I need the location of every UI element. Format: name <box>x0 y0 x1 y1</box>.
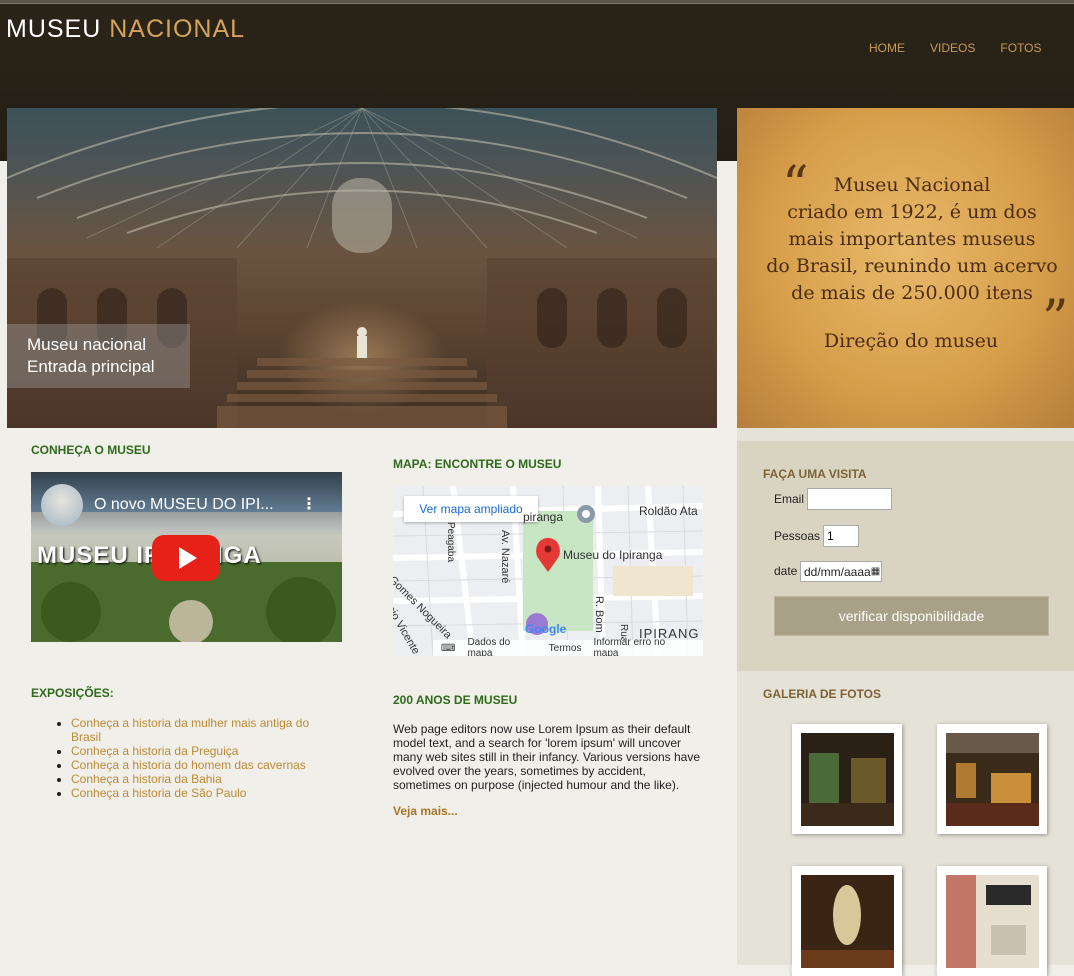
exposicoes-list: Conheça a historia da mulher mais antiga… <box>71 716 331 800</box>
verify-availability-button[interactable]: verificar disponibilidade <box>774 596 1049 636</box>
more-vert-icon[interactable]: ⋮ <box>301 494 317 514</box>
date-placeholder: dd/mm/aaaa <box>804 564 871 579</box>
gallery-photo[interactable] <box>937 724 1047 834</box>
quote-line: de mais de 250.000 itens <box>791 282 1033 304</box>
keyboard-icon[interactable]: ⌨ <box>441 643 455 654</box>
expo-link-4[interactable]: Conheça a historia da Bahia <box>71 772 222 786</box>
expo-link-3[interactable]: Conheça a historia do homem das cavernas <box>71 758 306 772</box>
nav-fotos[interactable]: FOTOS <box>1000 41 1041 55</box>
hero-caption: Museu nacional Entrada principal <box>7 324 190 388</box>
quote-signature: Direção do museu <box>823 330 999 352</box>
google-logo: Google <box>525 622 567 636</box>
calendar-icon[interactable]: ▦ <box>871 566 880 577</box>
map-widget[interactable]: Ver mapa ampliado Museu do Ipiranga Rold… <box>393 486 703 656</box>
map-report-link[interactable]: Informar erro no mapa <box>593 637 691 656</box>
hero-caption-line1: Museu nacional <box>27 335 147 354</box>
quote-line: mais importantes museus <box>788 228 1036 250</box>
play-icon <box>179 547 197 569</box>
list-item: Conheça a historia do homem das cavernas <box>71 758 331 772</box>
site-logo[interactable]: MUSEU NACIONAL <box>6 15 245 43</box>
map-street-label: piranga <box>523 510 564 524</box>
quote-text: Museu Nacional criado em 1922, é um dos … <box>757 172 1067 307</box>
video-overlay-text: MUSEU IPIRANGA <box>37 542 262 569</box>
main-nav: HOME VIDEOS FOTOS <box>869 41 1066 55</box>
hero-caption-line2: Entrada principal <box>27 357 155 376</box>
logo-text-museu: MUSEU <box>6 15 110 43</box>
map-street-label: R. Bom <box>593 596 605 633</box>
conheca-title: CONHEÇA O MUSEU <box>31 443 151 457</box>
map-place-label[interactable]: Museu do Ipiranga <box>563 548 662 562</box>
exposicoes-title: EXPOSIÇÕES: <box>31 686 114 700</box>
map-footer: ⌨ Dados do mapa Termos Informar erro no … <box>433 637 703 656</box>
anos-title: 200 ANOS DE MUSEU <box>393 693 518 707</box>
quote-line: Museu Nacional <box>833 174 991 196</box>
map-terms-link[interactable]: Termos <box>549 643 582 654</box>
video-title[interactable]: O novo MUSEU DO IPI... <box>94 496 274 514</box>
nav-videos[interactable]: VIDEOS <box>930 41 975 55</box>
visit-title: FAÇA UMA VISITA <box>763 467 867 481</box>
gallery-photo[interactable] <box>792 724 902 834</box>
expo-link-5[interactable]: Conheça a historia de São Paulo <box>71 786 246 800</box>
date-field[interactable]: dd/mm/aaaa ▦ <box>800 561 882 582</box>
pessoas-label: Pessoas <box>774 529 821 543</box>
play-button[interactable] <box>152 535 220 581</box>
logo-text-nacional: NACIONAL <box>109 15 246 43</box>
email-label: Email <box>774 492 805 506</box>
gallery-photo-4 <box>946 875 1039 968</box>
date-label: date <box>774 564 798 578</box>
map-data-link[interactable]: Dados do mapa <box>467 637 536 656</box>
channel-avatar[interactable] <box>41 484 83 526</box>
gallery-title: GALERIA DE FOTOS <box>763 687 882 701</box>
map-street-label: Peagaba <box>445 522 456 563</box>
pessoas-field[interactable] <box>823 525 859 547</box>
quote-line: do Brasil, reunindo um acervo <box>766 255 1058 277</box>
mapa-title: MAPA: ENCONTRE O MUSEU <box>393 457 562 471</box>
list-item: Conheça a historia da mulher mais antiga… <box>71 716 331 744</box>
anos-text: Web page editors now use Lorem Ipsum as … <box>393 722 701 792</box>
map-street-label: Roldão Ata <box>639 504 698 518</box>
map-street-label: Av. Nazaré <box>499 530 511 584</box>
gallery-photo-3 <box>801 875 894 968</box>
sidebar: FAÇA UMA VISITA Email Pessoas date dd/mm… <box>737 428 1074 976</box>
veja-mais-link[interactable]: Veja mais... <box>393 804 458 818</box>
nav-home[interactable]: HOME <box>869 41 905 55</box>
quote-line: criado em 1922, é um dos <box>787 201 1037 223</box>
hero-image: Museu nacional Entrada principal <box>7 108 717 428</box>
expo-link-1[interactable]: Conheça a historia da mulher mais antiga… <box>71 716 309 744</box>
list-item: Conheça a historia de São Paulo <box>71 786 331 800</box>
gallery-photo[interactable] <box>937 866 1047 976</box>
list-item: Conheça a historia da Bahia <box>71 772 331 786</box>
gallery-photo-2 <box>946 733 1039 826</box>
gallery-photo[interactable] <box>792 866 902 976</box>
expo-link-2[interactable]: Conheça a historia da Preguiça <box>71 744 238 758</box>
video-player[interactable]: O novo MUSEU DO IPI... ⋮ MUSEU IPIRANGA <box>31 472 342 642</box>
email-field[interactable] <box>807 488 892 510</box>
open-larger-map-button[interactable]: Ver mapa ampliado <box>404 496 538 522</box>
visit-form: FAÇA UMA VISITA Email Pessoas date dd/mm… <box>737 441 1074 671</box>
quote-panel: “ Museu Nacional criado em 1922, é um do… <box>737 108 1074 428</box>
list-item: Conheça a historia da Preguiça <box>71 744 331 758</box>
gallery-photo-1 <box>801 733 894 826</box>
